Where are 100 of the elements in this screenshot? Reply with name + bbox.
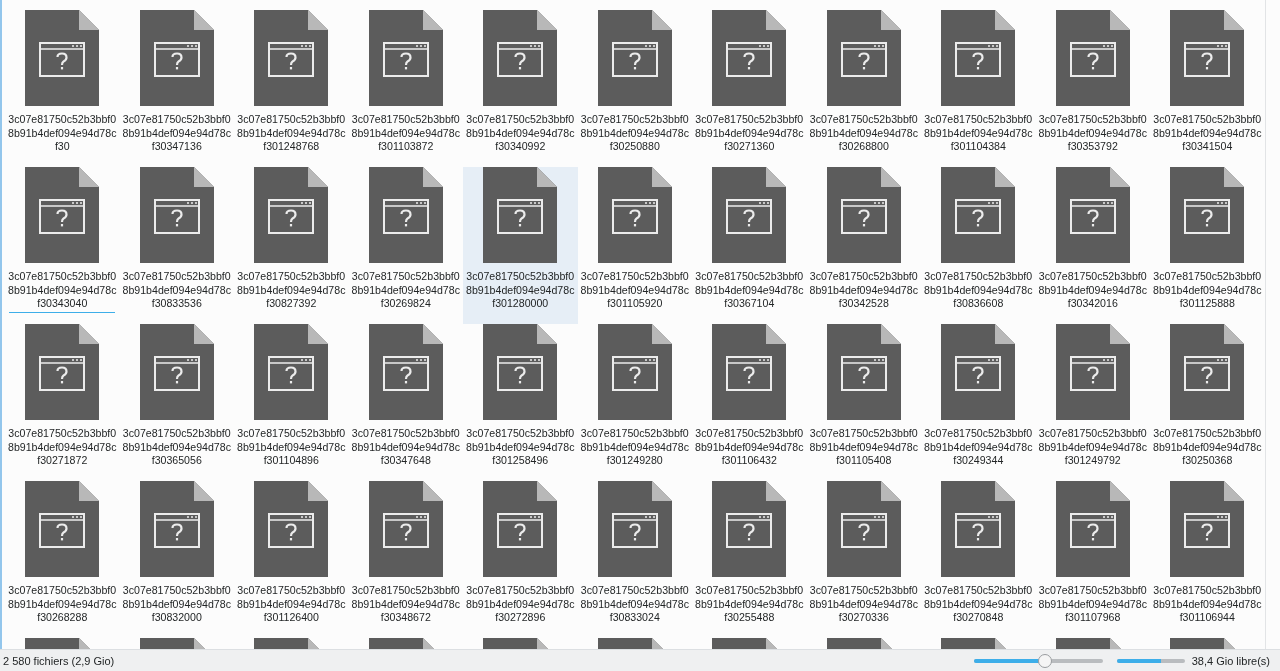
- file-item[interactable]: 3c07e81750c52b3bbf0 8b91b4def094e94d78c f30347136: [119, 10, 234, 167]
- file-name: 3c07e81750c52b3bbf0 8b91b4def094e94d78c f30268800: [810, 113, 917, 154]
- unknown-file-icon[interactable]: [1170, 10, 1245, 106]
- file-name: 3c07e81750c52b3bbf0 8b91b4def094e94d78c f301104384: [925, 113, 1032, 154]
- unknown-file-icon[interactable]: [941, 10, 1016, 106]
- file-item[interactable]: 3c07e81750c52b3bbf0 8b91b4def094e94d78c f30268800: [806, 10, 921, 167]
- file-item[interactable]: 3c07e81750c52b3bbf0 8b91b4def094e94d78c f30269824: [348, 167, 463, 324]
- unknown-file-icon[interactable]: [483, 481, 558, 577]
- file-name: 3c07e81750c52b3bbf0 8b91b4def094e94d78c f301280000: [467, 270, 574, 311]
- file-item[interactable]: 3c07e81750c52b3bbf0 8b91b4def094e94d78c f301107968: [1035, 481, 1150, 638]
- file-item[interactable]: 3c07e81750c52b3bbf0 8b91b4def094e94d78c f301106432: [692, 324, 807, 481]
- unknown-file-icon[interactable]: [254, 167, 329, 263]
- file-item[interactable]: 3c07e81750c52b3bbf0 8b91b4def094e94d78c f301125888: [1150, 167, 1265, 324]
- file-item[interactable]: 3c07e81750c52b3bbf0 8b91b4def094e94d78c f30343040: [5, 167, 120, 324]
- unknown-file-icon[interactable]: [1055, 324, 1130, 420]
- unknown-file-icon[interactable]: [139, 324, 214, 420]
- file-item[interactable]: 3c07e81750c52b3bbf0 8b91b4def094e94d78c f301104384: [921, 10, 1036, 167]
- unknown-file-icon[interactable]: [483, 167, 558, 263]
- unknown-file-icon[interactable]: [712, 167, 787, 263]
- unknown-file-icon[interactable]: [941, 481, 1016, 577]
- file-item[interactable]: 3c07e81750c52b3bbf0 8b91b4def094e94d78c f301103872: [348, 10, 463, 167]
- file-item[interactable]: 3c07e81750c52b3bbf0 8b91b4def094e94d78c f301280000: [463, 167, 578, 324]
- unknown-file-icon[interactable]: [1170, 167, 1245, 263]
- file-item[interactable]: 3c07e81750c52b3bbf0 8b91b4def094e94d78c f30353792: [1035, 10, 1150, 167]
- unknown-file-icon[interactable]: [483, 10, 558, 106]
- file-item[interactable]: 3c07e81750c52b3bbf0 8b91b4def094e94d78c f30833536: [119, 167, 234, 324]
- file-item[interactable]: 3c07e81750c52b3bbf0 8b91b4def094e94d78c f301248768: [234, 10, 349, 167]
- file-item[interactable]: 3c07e81750c52b3bbf0 8b91b4def094e94d78c f30271872: [5, 324, 120, 481]
- slider-handle[interactable]: [1038, 653, 1053, 668]
- file-item[interactable]: 3c07e81750c52b3bbf0 8b91b4def094e94d78c f30270336: [806, 481, 921, 638]
- file-item[interactable]: 3c07e81750c52b3bbf0 8b91b4def094e94d78c f30347648: [348, 324, 463, 481]
- file-item[interactable]: 3c07e81750c52b3bbf0 8b91b4def094e94d78c f30: [5, 10, 120, 167]
- unknown-file-icon[interactable]: [368, 481, 443, 577]
- unknown-file-icon[interactable]: [826, 10, 901, 106]
- unknown-file-icon[interactable]: [139, 481, 214, 577]
- unknown-file-icon[interactable]: [368, 10, 443, 106]
- file-name: 3c07e81750c52b3bbf0 8b91b4def094e94d78c f301103872: [352, 113, 459, 154]
- unknown-file-icon[interactable]: [597, 167, 672, 263]
- file-item[interactable]: 3c07e81750c52b3bbf0 8b91b4def094e94d78c f301106944: [1150, 481, 1265, 638]
- file-item[interactable]: 3c07e81750c52b3bbf0 8b91b4def094e94d78c f30832000: [119, 481, 234, 638]
- unknown-file-icon[interactable]: [597, 324, 672, 420]
- unknown-file-icon[interactable]: [254, 481, 329, 577]
- file-item[interactable]: 3c07e81750c52b3bbf0 8b91b4def094e94d78c f30272896: [463, 481, 578, 638]
- file-item[interactable]: 3c07e81750c52b3bbf0 8b91b4def094e94d78c f30268288: [5, 481, 120, 638]
- unknown-file-icon[interactable]: [826, 167, 901, 263]
- unknown-file-icon[interactable]: [1055, 481, 1130, 577]
- file-item[interactable]: 3c07e81750c52b3bbf0 8b91b4def094e94d78c f30271360: [692, 10, 807, 167]
- unknown-file-icon[interactable]: [941, 167, 1016, 263]
- file-item[interactable]: 3c07e81750c52b3bbf0 8b91b4def094e94d78c f301258496: [463, 324, 578, 481]
- file-item[interactable]: 3c07e81750c52b3bbf0 8b91b4def094e94d78c f30342528: [806, 167, 921, 324]
- file-item[interactable]: 3c07e81750c52b3bbf0 8b91b4def094e94d78c f301126400: [234, 481, 349, 638]
- unknown-file-icon[interactable]: [368, 167, 443, 263]
- file-item[interactable]: 3c07e81750c52b3bbf0 8b91b4def094e94d78c f301104896: [234, 324, 349, 481]
- unknown-file-icon[interactable]: [941, 324, 1016, 420]
- unknown-file-icon[interactable]: [483, 324, 558, 420]
- unknown-file-icon[interactable]: [597, 10, 672, 106]
- file-item[interactable]: 3c07e81750c52b3bbf0 8b91b4def094e94d78c f30270848: [921, 481, 1036, 638]
- file-item[interactable]: 3c07e81750c52b3bbf0 8b91b4def094e94d78c f30833024: [577, 481, 692, 638]
- unknown-file-icon[interactable]: [597, 481, 672, 577]
- unknown-file-icon[interactable]: [1170, 481, 1245, 577]
- unknown-file-icon[interactable]: [1055, 167, 1130, 263]
- file-item[interactable]: 3c07e81750c52b3bbf0 8b91b4def094e94d78c f30249344: [921, 324, 1036, 481]
- file-item[interactable]: 3c07e81750c52b3bbf0 8b91b4def094e94d78c f30341504: [1150, 10, 1265, 167]
- file-item[interactable]: 3c07e81750c52b3bbf0 8b91b4def094e94d78c f30836608: [921, 167, 1036, 324]
- file-item[interactable]: 3c07e81750c52b3bbf0 8b91b4def094e94d78c f30365056: [119, 324, 234, 481]
- unknown-file-icon[interactable]: [25, 481, 100, 577]
- file-item[interactable]: 3c07e81750c52b3bbf0 8b91b4def094e94d78c f301249792: [1035, 324, 1150, 481]
- file-item[interactable]: 3c07e81750c52b3bbf0 8b91b4def094e94d78c f301249280: [577, 324, 692, 481]
- unknown-file-icon[interactable]: [1055, 10, 1130, 106]
- file-item[interactable]: 3c07e81750c52b3bbf0 8b91b4def094e94d78c f30367104: [692, 167, 807, 324]
- file-item[interactable]: 3c07e81750c52b3bbf0 8b91b4def094e94d78c f30348672: [348, 481, 463, 638]
- unknown-file-icon[interactable]: [712, 10, 787, 106]
- file-item[interactable]: 3c07e81750c52b3bbf0 8b91b4def094e94d78c f30342016: [1035, 167, 1150, 324]
- file-item[interactable]: 3c07e81750c52b3bbf0 8b91b4def094e94d78c f30827392: [234, 167, 349, 324]
- file-item[interactable]: 3c07e81750c52b3bbf0 8b91b4def094e94d78c f301105408: [806, 324, 921, 481]
- file-name: 3c07e81750c52b3bbf0 8b91b4def094e94d78c f301258496: [467, 427, 574, 468]
- file-item[interactable]: 3c07e81750c52b3bbf0 8b91b4def094e94d78c f30255488: [692, 481, 807, 638]
- file-name: 3c07e81750c52b3bbf0 8b91b4def094e94d78c f301125888: [1154, 270, 1261, 311]
- unknown-file-icon[interactable]: [139, 10, 214, 106]
- unknown-file-icon[interactable]: [1170, 324, 1245, 420]
- unknown-file-icon[interactable]: [25, 167, 100, 263]
- file-item[interactable]: 3c07e81750c52b3bbf0 8b91b4def094e94d78c f301105920: [577, 167, 692, 324]
- file-item[interactable]: 3c07e81750c52b3bbf0 8b91b4def094e94d78c f30250880: [577, 10, 692, 167]
- file-name: 3c07e81750c52b3bbf0 8b91b4def094e94d78c f30249344: [925, 427, 1032, 468]
- unknown-file-icon[interactable]: [25, 324, 100, 420]
- file-name: 3c07e81750c52b3bbf0 8b91b4def094e94d78c f30250368: [1154, 427, 1261, 468]
- unknown-file-icon[interactable]: [25, 10, 100, 106]
- unknown-file-icon[interactable]: [712, 324, 787, 420]
- file-name: 3c07e81750c52b3bbf0 8b91b4def094e94d78c f30255488: [696, 584, 803, 625]
- file-item[interactable]: 3c07e81750c52b3bbf0 8b91b4def094e94d78c f30250368: [1150, 324, 1265, 481]
- file-name: 3c07e81750c52b3bbf0 8b91b4def094e94d78c f30268288: [9, 584, 116, 625]
- unknown-file-icon[interactable]: [254, 324, 329, 420]
- unknown-file-icon[interactable]: [368, 324, 443, 420]
- unknown-file-icon[interactable]: [139, 167, 214, 263]
- unknown-file-icon[interactable]: [712, 481, 787, 577]
- file-name: 3c07e81750c52b3bbf0 8b91b4def094e94d78c f30340992: [467, 113, 574, 154]
- unknown-file-icon[interactable]: [254, 10, 329, 106]
- unknown-file-icon[interactable]: [826, 481, 901, 577]
- file-item[interactable]: 3c07e81750c52b3bbf0 8b91b4def094e94d78c f30340992: [463, 10, 578, 167]
- unknown-file-icon[interactable]: [826, 324, 901, 420]
